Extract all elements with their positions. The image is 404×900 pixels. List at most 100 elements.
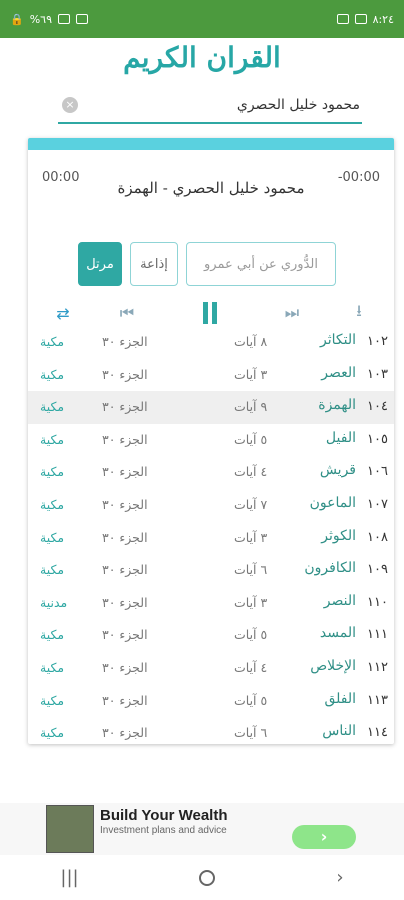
surah-number: ١٠٣	[367, 366, 388, 382]
progress-strip[interactable]	[28, 138, 394, 150]
surah-number: ١٠٩	[367, 562, 388, 578]
revelation-type: مكية	[40, 496, 65, 512]
chip-radio[interactable]: إذاعة	[130, 242, 178, 286]
juz-label: الجزء ٣٠	[102, 529, 148, 545]
surah-name: المسد	[319, 625, 356, 642]
revelation-type: مكية	[40, 399, 65, 415]
repeat-icon[interactable]: ⇄	[50, 300, 76, 326]
ayat-count: ٣ آيات	[234, 594, 268, 610]
ad-image	[46, 805, 94, 853]
revelation-type: مكية	[40, 659, 65, 675]
surah-name: الناس	[322, 723, 356, 740]
revelation-type: مكية	[40, 627, 65, 643]
app-title: القران الكريم	[123, 41, 281, 74]
surah-number: ١١٠	[367, 594, 388, 610]
list-item[interactable]: ١٠٩ الكافرون ٦ آيات الجزء ٣٠ مكية	[28, 554, 394, 587]
juz-label: الجزء ٣٠	[102, 334, 148, 349]
revelation-type: مكية	[40, 366, 65, 382]
system-nav-bar: ||| ›	[0, 855, 404, 900]
juz-label: الجزء ٣٠	[102, 496, 148, 512]
revelation-type: مكية	[40, 529, 65, 545]
status-bar: 🔒 %٦٩ ٨:٢٤	[0, 0, 404, 38]
elapsed-time: 00:00	[42, 170, 80, 185]
status-left: 🔒 %٦٩	[10, 13, 88, 26]
surah-name: العصر	[321, 364, 356, 381]
back-icon[interactable]: ›	[336, 867, 343, 888]
surah-number: ١٠٧	[367, 496, 388, 512]
revelation-type: مدنية	[40, 594, 68, 610]
ad-banner[interactable]: Build Your Wealth Investment plans and a…	[0, 803, 404, 855]
list-item-selected[interactable]: ١٠٤ الهمزة ٩ آيات الجزء ٣٠ مكية	[28, 391, 394, 424]
surah-number: ١٠٨	[367, 529, 388, 545]
list-item[interactable]: ١٠٧ الماعون ٧ آيات الجزء ٣٠ مكية	[28, 489, 394, 522]
juz-label: الجزء ٣٠	[102, 399, 148, 415]
revelation-type: مكية	[40, 692, 65, 708]
gallery-icon	[336, 14, 349, 24]
list-item[interactable]: ١١٣ الفلق ٥ آيات الجزء ٣٠ مكية	[28, 685, 394, 718]
download-icon[interactable]: ⭳	[346, 300, 372, 326]
ayat-count: ٤ آيات	[234, 464, 268, 480]
surah-name: الكافرون	[304, 560, 356, 577]
ayat-count: ٥ آيات	[234, 692, 268, 708]
signal-icon	[75, 14, 88, 24]
juz-label: الجزء ٣٠	[102, 431, 148, 447]
ad-subtitle: Investment plans and advice	[100, 825, 227, 836]
wifi-icon	[57, 14, 70, 24]
list-item[interactable]: ١٠٦ قريش ٤ آيات الجزء ٣٠ مكية	[28, 456, 394, 489]
ayat-count: ٧ آيات	[234, 496, 268, 512]
surah-number: ١١٤	[367, 725, 388, 741]
reciter-search-input[interactable]	[78, 97, 362, 113]
recents-icon[interactable]: |||	[60, 867, 78, 888]
ayat-count: ٤ آيات	[234, 659, 268, 675]
lock-icon: 🔒	[10, 12, 24, 26]
juz-label: الجزء ٣٠	[102, 725, 148, 741]
chip-riwaya[interactable]: الدُّوري عن أبي عمرو	[186, 242, 336, 286]
status-right: ٨:٢٤	[336, 12, 394, 26]
ayat-count: ٨ آيات	[234, 334, 268, 349]
surah-number: ١٠٦	[367, 464, 388, 480]
juz-label: الجزء ٣٠	[102, 659, 148, 675]
home-icon[interactable]	[199, 869, 216, 886]
previous-icon[interactable]: ⏮	[114, 300, 140, 326]
chip-murattal[interactable]: مرتل	[78, 242, 122, 286]
list-item[interactable]: ١٠٣ العصر ٣ آيات الجزء ٣٠ مكية	[28, 359, 394, 392]
list-item[interactable]: ١٠٨ الكوثر ٣ آيات الجزء ٣٠ مكية	[28, 522, 394, 555]
pause-icon[interactable]	[195, 300, 225, 326]
surah-name: الماعون	[309, 494, 356, 511]
surah-number: ١١٢	[367, 659, 388, 675]
list-item[interactable]: ١١٠ النصر ٣ آيات الجزء ٣٠ مدنية	[28, 587, 394, 620]
juz-label: الجزء ٣٠	[102, 627, 148, 643]
list-item[interactable]: ١٠٥ الفيل ٥ آيات الجزء ٣٠ مكية	[28, 424, 394, 457]
player-card: 00:00 -00:00 محمود خليل الحصري - الهمزة …	[28, 138, 394, 744]
ayat-count: ٩ آيات	[234, 399, 268, 415]
list-item[interactable]: ١٠٢ التكاثر ٨ آيات الجزء ٣٠ مكية	[28, 326, 394, 359]
next-icon[interactable]: ⏭	[279, 300, 305, 326]
surah-name: قريش	[319, 462, 356, 479]
player-panel: 00:00 -00:00 محمود خليل الحصري - الهمزة …	[28, 150, 394, 326]
ayat-count: ٥ آيات	[234, 627, 268, 643]
surah-name: الإخلاص	[310, 657, 356, 674]
revelation-type: مكية	[40, 334, 65, 349]
surah-name: التكاثر	[320, 332, 356, 348]
surah-number: ١٠٤	[367, 399, 388, 415]
clock-text: ٨:٢٤	[372, 12, 394, 26]
ayat-count: ٣ آيات	[234, 366, 268, 382]
ayat-count: ٦ آيات	[234, 562, 268, 578]
surah-number: ١١٣	[367, 692, 388, 708]
ayat-count: ٥ آيات	[234, 431, 268, 447]
ad-go-button[interactable]: ›	[292, 825, 356, 849]
revelation-type: مكية	[40, 431, 65, 447]
surah-name: الفلق	[324, 690, 356, 707]
whatsapp-icon	[354, 14, 367, 24]
clear-icon[interactable]: ×	[62, 97, 78, 113]
revelation-type: مكية	[40, 464, 65, 480]
surah-number: ١١١	[367, 627, 388, 643]
juz-label: الجزء ٣٠	[102, 594, 148, 610]
player-controls: ⇄ ⏮ ⏭ ⭳	[28, 296, 394, 330]
juz-label: الجزء ٣٠	[102, 366, 148, 382]
list-item[interactable]: ١١١ المسد ٥ آيات الجزء ٣٠ مكية	[28, 619, 394, 652]
list-item[interactable]: ١١٤ الناس ٦ آيات الجزء ٣٠ مكية	[28, 717, 394, 744]
juz-label: الجزء ٣٠	[102, 464, 148, 480]
list-item[interactable]: ١١٢ الإخلاص ٤ آيات الجزء ٣٠ مكية	[28, 652, 394, 685]
ayat-count: ٦ آيات	[234, 725, 268, 741]
